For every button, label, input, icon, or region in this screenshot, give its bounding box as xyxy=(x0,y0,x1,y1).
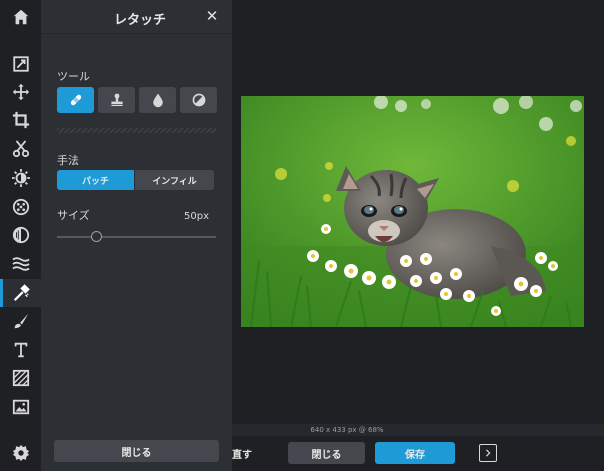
method-label: 手法 xyxy=(57,154,79,167)
home-icon[interactable] xyxy=(0,3,41,31)
redo-button[interactable]: 直す xyxy=(232,442,258,464)
retouch-panel: レタッチ ✕ ツール 手法 パッチ インフィル サイズ 50px 閉じる xyxy=(41,0,232,471)
save-button[interactable]: 保存 xyxy=(375,442,455,464)
close-button[interactable]: 閉じる xyxy=(288,442,365,464)
text-icon[interactable] xyxy=(0,336,41,364)
size-value: 50px xyxy=(184,211,209,222)
image-dimensions-text: 640 x 433 px @ 68% xyxy=(310,426,384,434)
bottom-bar: 直す 閉じる 保存 xyxy=(232,436,604,471)
retouch-icon[interactable] xyxy=(0,279,41,307)
texture-icon[interactable] xyxy=(0,364,41,392)
adjust-icon[interactable] xyxy=(0,50,41,78)
tools-label: ツール xyxy=(57,70,90,83)
brush-icon[interactable] xyxy=(0,307,41,335)
stamp-icon xyxy=(110,93,123,106)
settings-icon[interactable] xyxy=(0,439,41,467)
kitten-photo[interactable] xyxy=(241,96,584,327)
size-slider-track[interactable] xyxy=(57,236,216,238)
dodge-burn-tool-button[interactable] xyxy=(180,87,217,113)
panel-close-button[interactable]: 閉じる xyxy=(54,440,219,462)
status-bar: 640 x 433 px @ 68% xyxy=(232,424,604,436)
size-slider-handle[interactable] xyxy=(91,231,102,242)
effects-icon[interactable] xyxy=(0,193,41,221)
image-icon[interactable] xyxy=(0,393,41,421)
crop-icon[interactable] xyxy=(0,106,41,134)
drop-icon xyxy=(152,93,163,108)
blur-tool-button[interactable] xyxy=(139,87,176,113)
move-icon[interactable] xyxy=(0,78,41,106)
panel-title: レタッチ xyxy=(114,13,167,28)
panel-header: レタッチ ✕ xyxy=(41,0,232,34)
collapse-panel-icon[interactable] xyxy=(479,444,497,462)
bandage-icon xyxy=(70,94,81,106)
left-toolbar xyxy=(0,0,42,471)
contrast-icon xyxy=(192,93,205,107)
divider xyxy=(57,128,216,133)
cut-icon[interactable] xyxy=(0,135,41,163)
exposure-icon[interactable] xyxy=(0,164,41,192)
method-infill-button[interactable]: インフィル xyxy=(135,170,214,190)
close-icon[interactable]: ✕ xyxy=(204,8,220,24)
size-label: サイズ xyxy=(57,209,90,222)
vignette-icon[interactable] xyxy=(0,221,41,249)
wave-icon[interactable] xyxy=(0,250,41,278)
clone-stamp-tool-button[interactable] xyxy=(98,87,135,113)
method-patch-button[interactable]: パッチ xyxy=(57,170,134,190)
bandage-tool-button[interactable] xyxy=(57,87,94,113)
